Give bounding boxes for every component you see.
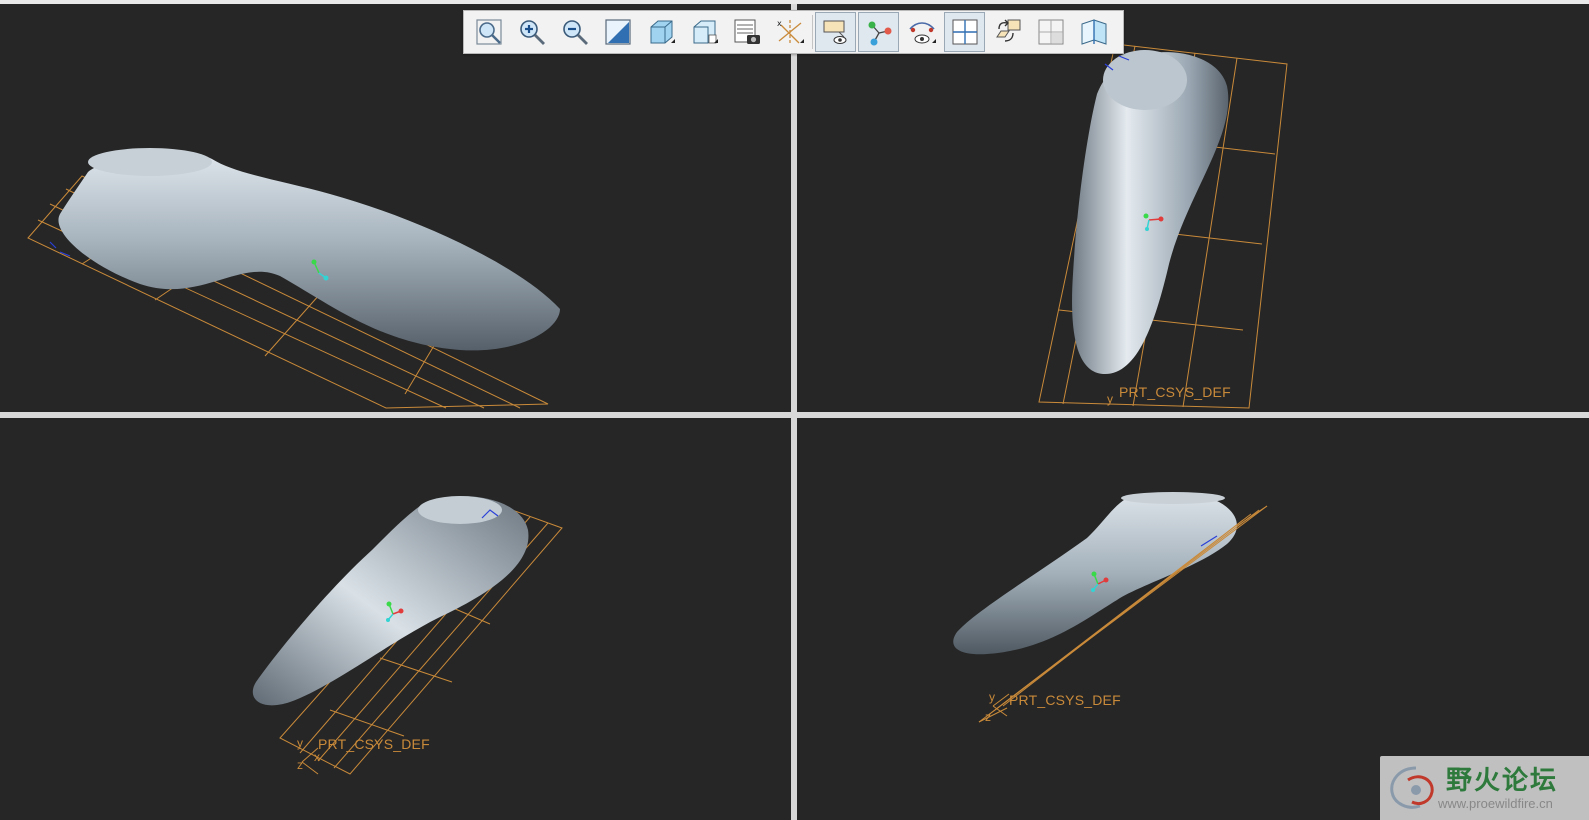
csys-label: PRT_CSYS_DEF [318, 736, 430, 752]
spin-center-icon [868, 21, 891, 46]
perspective-view-button[interactable] [901, 12, 942, 52]
refit-icon [475, 19, 502, 45]
csys-axis-z: z [297, 758, 303, 772]
view-toolbar: x [463, 10, 1124, 54]
datum-display-button[interactable]: x [769, 12, 810, 52]
model-view-bottom-left [252, 496, 563, 775]
split-view-icon [952, 19, 977, 45]
csys-axis-z: z [985, 710, 991, 724]
viewport-bottom-left[interactable]: y z x PRT_CSYS_DEF [0, 418, 791, 820]
handle-model [252, 496, 529, 706]
handle-model [58, 152, 560, 351]
view-manager-icon [734, 19, 760, 44]
section-button[interactable] [1073, 12, 1114, 52]
section-icon [1081, 19, 1106, 45]
layout-icon [1038, 19, 1063, 45]
zoom-out-icon [562, 20, 588, 45]
zoom-out-button[interactable] [554, 12, 595, 52]
spin-center-button[interactable] [858, 12, 899, 52]
zoom-in-icon [519, 20, 545, 45]
watermark-title: 野火论坛 [1446, 766, 1559, 796]
csys-label: PRT_CSYS_DEF [1119, 384, 1231, 400]
csys-axis-letters: y [1107, 392, 1113, 406]
viewport-top-right[interactable]: y PRT_CSYS_DEF [797, 4, 1589, 412]
handle-top-face [1103, 50, 1187, 110]
saved-views-icon [693, 20, 718, 44]
plane-tag [49, 241, 71, 257]
handle-top-face [1121, 492, 1225, 504]
split-view-button[interactable] [944, 12, 985, 52]
handle-top-face [88, 148, 212, 176]
display-style-button[interactable] [640, 12, 681, 52]
layout-button[interactable] [1030, 12, 1071, 52]
perspective-view-icon [908, 22, 936, 44]
viewport-top-left[interactable] [0, 4, 791, 412]
csys-axis-x: x [314, 750, 320, 764]
display-style-icon [650, 20, 675, 44]
sync-views-icon [995, 19, 1020, 42]
svg-text:x: x [777, 19, 782, 28]
model-view-top-left [27, 148, 560, 409]
model-view-top-right [1038, 43, 1288, 409]
repaint-button[interactable] [597, 12, 638, 52]
annotation-display-icon [823, 20, 846, 44]
repaint-icon [604, 19, 631, 45]
forum-watermark: 野火论坛 www.proewildfire.cn [1380, 756, 1589, 820]
datum-display-icon: x [777, 19, 804, 45]
saved-views-button[interactable] [683, 12, 724, 52]
csys-label: PRT_CSYS_DEF [1009, 692, 1121, 708]
annotation-display-button[interactable] [815, 12, 856, 52]
zoom-in-button[interactable] [511, 12, 552, 52]
refit-button[interactable] [468, 12, 509, 52]
view-manager-button[interactable] [726, 12, 767, 52]
toolbar-separator [812, 15, 813, 49]
csys-axis-y: y [297, 736, 303, 750]
sync-views-button[interactable] [987, 12, 1028, 52]
forum-logo-icon [1390, 766, 1434, 809]
watermark-url: www.proewildfire.cn [1438, 796, 1553, 811]
csys-axis-y: y [989, 690, 995, 704]
